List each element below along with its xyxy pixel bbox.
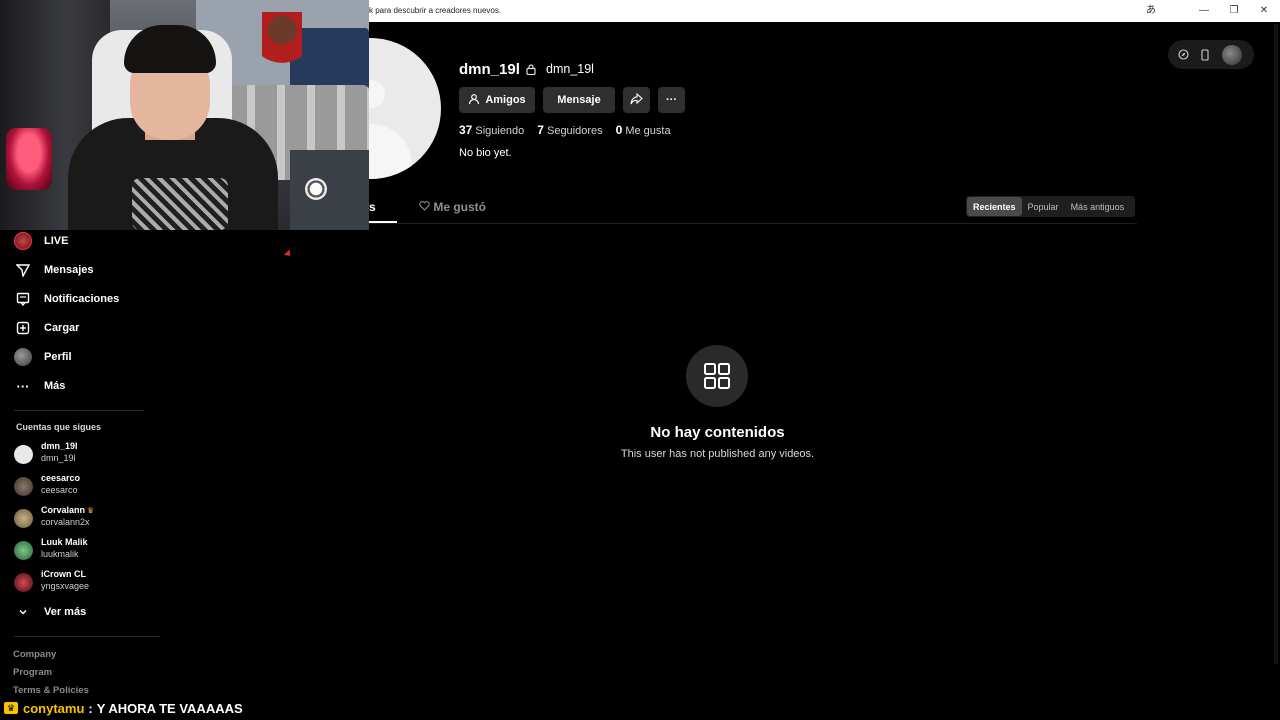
profile-nickname: dmn_19l	[546, 62, 594, 76]
friends-label: Amigos	[485, 94, 526, 106]
mouse-cursor-icon	[283, 249, 294, 259]
chat-overlay: ♛ conytamu : Y AHORA TE VAAAAAS	[0, 696, 1280, 720]
stat-following[interactable]: 37 Siguiendo	[459, 123, 524, 137]
sidebar-item-upload[interactable]: Cargar	[14, 317, 79, 339]
message-box-icon	[14, 290, 32, 308]
empty-state-subtitle: This user has not published any videos.	[620, 448, 815, 460]
sidebar-item-label: Cargar	[44, 322, 80, 334]
following-username: dmn_19l	[41, 453, 76, 463]
phone-icon[interactable]	[1198, 48, 1212, 62]
sidebar-item-label: LIVE	[44, 235, 69, 247]
see-more-label: Ver más	[44, 606, 87, 618]
sidebar: LIVE Mensajes Notificaciones Cargar Perf…	[0, 230, 160, 696]
restore-button[interactable]: ❐	[1224, 4, 1244, 18]
chat-message: Y AHORA TE VAAAAAS	[96, 700, 243, 716]
avatar	[14, 477, 33, 496]
person-icon	[468, 93, 480, 108]
following-item[interactable]: dmn_19l dmn_19l	[14, 441, 154, 467]
stat-followers[interactable]: 7 Seguidores	[537, 123, 602, 137]
sidebar-item-more[interactable]: ··· Más	[14, 375, 66, 397]
following-username: corvalann2x	[41, 517, 90, 527]
sidebar-item-messages[interactable]: Mensajes	[14, 259, 94, 281]
ime-indicator[interactable]: あ	[1141, 4, 1161, 18]
message-button[interactable]: Mensaje	[543, 87, 615, 113]
webcam-overlay	[0, 0, 369, 230]
top-right-actions	[1168, 40, 1254, 69]
more-dots-icon: ···	[666, 94, 677, 106]
footer-link-terms[interactable]: Terms & Policies	[13, 685, 89, 696]
following-item[interactable]: Corvalann ♛ corvalann2x	[14, 505, 154, 531]
sidebar-item-label: Mensajes	[44, 264, 94, 276]
tabs-divider	[369, 223, 1137, 224]
following-name: dmn_19l	[41, 441, 78, 451]
following-item[interactable]: ceesarco ceesarco	[14, 473, 154, 499]
tab-liked-label: Me gustó	[433, 200, 487, 214]
following-item[interactable]: iCrown CL yngsxvagee	[14, 569, 154, 595]
friends-button[interactable]: Amigos	[459, 87, 535, 113]
sort-recent-button[interactable]: Recientes	[967, 197, 1022, 216]
avatar	[14, 445, 33, 464]
sidebar-divider	[14, 636, 160, 637]
tooltip-text: k para descubrir a creadores nuevos.	[369, 6, 502, 15]
profile-username: dmn_19l	[459, 61, 520, 78]
crown-badge-icon: ♛	[4, 702, 18, 714]
sidebar-item-live[interactable]: LIVE	[14, 230, 68, 252]
compass-icon[interactable]	[1176, 48, 1190, 62]
avatar	[14, 541, 33, 560]
following-username: yngsxvagee	[41, 581, 90, 591]
chat-separator: :	[88, 700, 93, 716]
profile-avatar-icon	[14, 348, 32, 366]
more-dots-icon: ···	[16, 378, 30, 394]
sidebar-item-label: Perfil	[44, 351, 72, 363]
following-username: ceesarco	[41, 485, 78, 495]
user-avatar[interactable]	[1222, 44, 1242, 65]
lock-icon	[526, 64, 536, 78]
empty-state-title: No hay contenidos	[650, 424, 785, 441]
chat-username: conytamu	[23, 700, 85, 716]
sidebar-item-label: Notificaciones	[44, 293, 120, 305]
plus-square-icon	[14, 319, 32, 337]
more-options-button[interactable]: ···	[658, 87, 685, 113]
sort-toggle-group: Recientes Popular Más antiguos	[966, 196, 1135, 217]
avatar	[14, 509, 33, 528]
following-section-title: Cuentas que sigues	[16, 422, 102, 432]
footer-link-company[interactable]: Company	[13, 649, 56, 660]
close-button[interactable]: ✕	[1254, 4, 1274, 18]
following-name: Luuk Malik	[41, 537, 88, 547]
avatar	[14, 573, 33, 592]
following-item[interactable]: Luuk Malik luukmalik	[14, 537, 154, 563]
profile-stats: 37 Siguiendo 7 Seguidores 0 Me gusta	[459, 123, 671, 137]
following-username: luukmalik	[41, 549, 79, 559]
message-label: Mensaje	[557, 94, 601, 106]
grid-icon	[686, 345, 748, 407]
minimize-button[interactable]: —	[1194, 4, 1214, 18]
scrollbar[interactable]	[1274, 24, 1278, 664]
live-avatar-icon	[14, 232, 32, 250]
sidebar-item-label: Más	[44, 380, 66, 392]
crown-icon: ♛	[87, 506, 95, 515]
chevron-down-icon	[14, 603, 32, 621]
sort-oldest-button[interactable]: Más antiguos	[1065, 197, 1131, 216]
sidebar-divider	[14, 410, 144, 411]
sidebar-item-notifications[interactable]: Notificaciones	[14, 288, 119, 310]
profile-bio: No bio yet.	[459, 147, 512, 159]
see-more-button[interactable]: Ver más	[14, 601, 86, 623]
sidebar-item-profile[interactable]: Perfil	[14, 346, 72, 368]
heart-lock-icon	[419, 200, 433, 214]
share-button[interactable]	[623, 87, 650, 113]
share-icon	[630, 92, 643, 108]
following-name: ceesarco	[41, 473, 81, 483]
tab-liked[interactable]: Me gustó	[419, 200, 486, 224]
paper-plane-icon	[14, 261, 32, 279]
following-name: iCrown CL	[41, 569, 86, 579]
footer-link-program[interactable]: Program	[13, 667, 52, 678]
stat-likes: 0 Me gusta	[615, 123, 671, 137]
following-name: Corvalann ♛	[41, 505, 95, 515]
sort-popular-button[interactable]: Popular	[1022, 197, 1065, 216]
